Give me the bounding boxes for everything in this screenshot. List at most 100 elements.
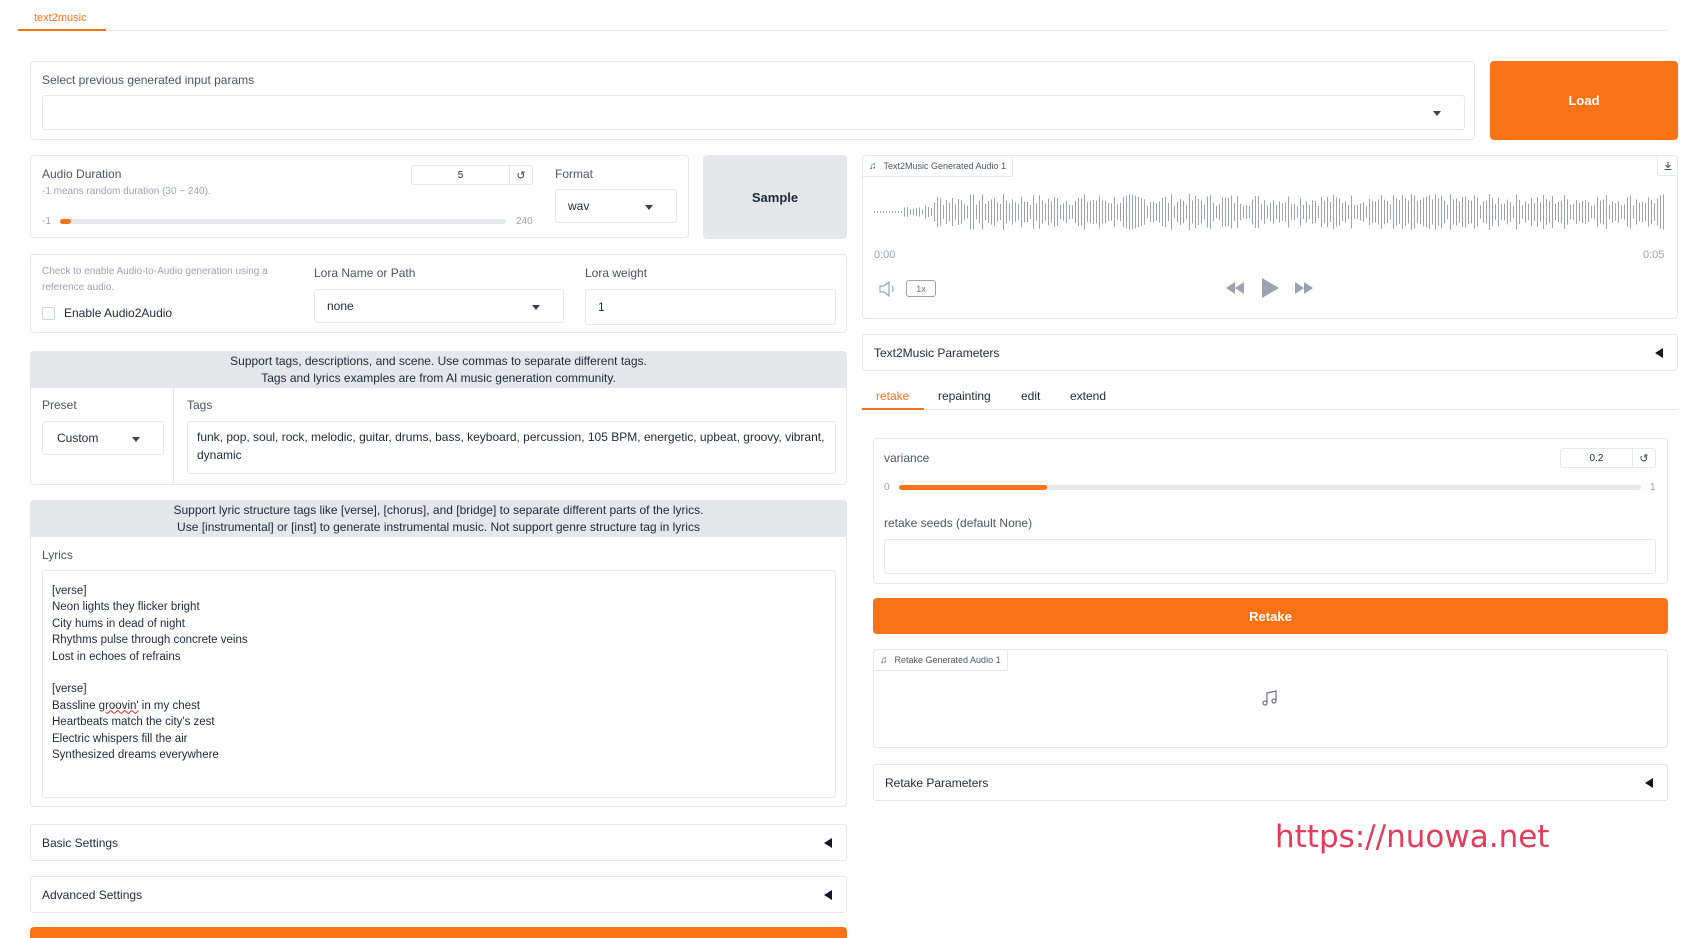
waveform-bar	[1489, 194, 1490, 230]
lora-name-value: none	[327, 299, 354, 313]
variance-value[interactable]: 0.2	[1561, 449, 1633, 467]
waveform-bar	[1588, 202, 1589, 222]
download-icon[interactable]	[1657, 157, 1677, 176]
waveform-bar	[1636, 199, 1637, 225]
waveform-bar	[1663, 194, 1664, 230]
retake-button[interactable]: Retake	[873, 598, 1668, 634]
waveform-bar	[1591, 205, 1592, 219]
advanced-settings-label: Advanced Settings	[42, 887, 143, 902]
chevron-down-icon	[645, 205, 653, 210]
previous-params-dropdown[interactable]	[42, 95, 1465, 130]
variance-number-input[interactable]: 0.2 ↺	[1560, 448, 1656, 468]
duration-slider[interactable]	[60, 219, 506, 224]
lyrics-textarea[interactable]: [verse] Neon lights they flicker bright …	[42, 570, 836, 798]
lora-name-label: Lora Name or Path	[314, 266, 416, 280]
waveform-bar	[937, 196, 938, 228]
waveform-bar	[1276, 205, 1277, 219]
waveform-bar	[958, 199, 959, 225]
load-button[interactable]: Load	[1490, 61, 1678, 140]
audio2audio-checkbox[interactable]	[42, 307, 55, 320]
duration-value[interactable]: 5	[412, 166, 510, 184]
retake-seeds-input[interactable]	[884, 539, 1656, 574]
playback-speed-button[interactable]: 1x	[906, 280, 936, 297]
waveform-bar	[1651, 200, 1652, 224]
waveform-bar	[1108, 202, 1109, 222]
volume-icon[interactable]	[878, 280, 898, 300]
duration-number-input[interactable]: 5 ↺	[411, 165, 533, 185]
waveform-bar	[1000, 203, 1001, 221]
waveform-bar	[874, 211, 875, 213]
waveform-bar	[1144, 199, 1145, 225]
waveform-bar	[1111, 203, 1112, 221]
waveform-bar	[1147, 205, 1148, 219]
waveform[interactable]	[874, 188, 1666, 236]
waveform-bar	[967, 205, 968, 219]
waveform-bar	[1630, 195, 1631, 229]
tags-label: Tags	[187, 398, 213, 412]
waveform-bar	[1048, 198, 1049, 226]
lyrics-line: Synthesized dreams everywhere	[52, 748, 219, 761]
waveform-bar	[1138, 197, 1139, 227]
waveform-bar	[1030, 205, 1031, 219]
tab-extend[interactable]: extend	[1070, 389, 1106, 403]
reset-icon[interactable]: ↺	[1633, 452, 1655, 465]
basic-settings-accordion[interactable]: Basic Settings	[30, 824, 847, 861]
tags-banner: Support tags, descriptions, and scene. U…	[31, 352, 846, 388]
waveform-bar	[1114, 197, 1115, 227]
waveform-bar	[1618, 201, 1619, 223]
lora-weight-value: 1	[598, 300, 605, 314]
watermark-text: https://nuowa.net	[1275, 819, 1550, 855]
waveform-bar	[1066, 200, 1067, 224]
lora-weight-input[interactable]: 1	[585, 289, 836, 325]
lora-name-dropdown[interactable]: none	[314, 289, 564, 323]
waveform-bar	[1312, 200, 1313, 224]
waveform-bar	[1117, 204, 1118, 220]
waveform-bar	[1090, 200, 1091, 224]
waveform-bar	[1192, 200, 1193, 224]
tags-textarea[interactable]: funk, pop, soul, rock, melodic, guitar, …	[187, 421, 836, 474]
tab-edit[interactable]: edit	[1021, 389, 1040, 403]
waveform-bar	[1264, 200, 1265, 224]
tags-line2: dynamic	[197, 448, 242, 462]
generate-button[interactable]	[30, 927, 847, 938]
waveform-bar	[1012, 199, 1013, 225]
waveform-bar	[1450, 194, 1451, 230]
waveform-bar	[1009, 203, 1010, 221]
t2m-params-accordion[interactable]: Text2Music Parameters	[862, 334, 1678, 371]
variance-label: variance	[884, 451, 930, 465]
waveform-bar	[1423, 197, 1424, 227]
waveform-bar	[1240, 203, 1241, 221]
play-icon[interactable]	[1259, 276, 1281, 303]
waveform-bar	[1054, 196, 1055, 228]
reset-icon[interactable]: ↺	[510, 169, 532, 182]
waveform-bar	[1216, 205, 1217, 219]
waveform-bar	[904, 207, 905, 217]
retake-params-accordion[interactable]: Retake Parameters	[873, 764, 1668, 801]
advanced-settings-accordion[interactable]: Advanced Settings	[30, 876, 847, 913]
waveform-bar	[1414, 195, 1415, 229]
rewind-icon[interactable]	[1224, 280, 1246, 299]
waveform-bar	[1369, 198, 1370, 226]
waveform-bar	[1567, 199, 1568, 225]
preset-dropdown[interactable]: Custom	[42, 421, 164, 455]
tab-retake[interactable]: retake	[876, 389, 909, 403]
waveform-bar	[1120, 202, 1121, 222]
generated-audio-name: Text2Music Generated Audio 1	[883, 161, 1007, 171]
waveform-bar	[922, 209, 923, 215]
waveform-bar	[1252, 199, 1253, 225]
retake-seeds-label: retake seeds (default None)	[884, 516, 1033, 530]
waveform-bar	[1261, 204, 1262, 220]
waveform-bar	[1069, 204, 1070, 220]
tab-repainting[interactable]: repainting	[938, 389, 991, 403]
waveform-bar	[925, 205, 926, 219]
audio2audio-checkbox-label[interactable]: Enable Audio2Audio	[64, 306, 172, 320]
chevron-down-icon	[132, 437, 140, 442]
format-dropdown[interactable]: wav	[555, 189, 677, 223]
waveform-bar	[1177, 201, 1178, 223]
waveform-bar	[1063, 203, 1064, 221]
fast-forward-icon[interactable]	[1293, 280, 1315, 299]
tab-text2music[interactable]: text2music	[34, 12, 87, 24]
sample-button[interactable]: Sample	[703, 155, 847, 239]
tags-banner-line2: Tags and lyrics examples are from AI mus…	[261, 371, 616, 385]
waveform-bar	[1237, 196, 1238, 228]
